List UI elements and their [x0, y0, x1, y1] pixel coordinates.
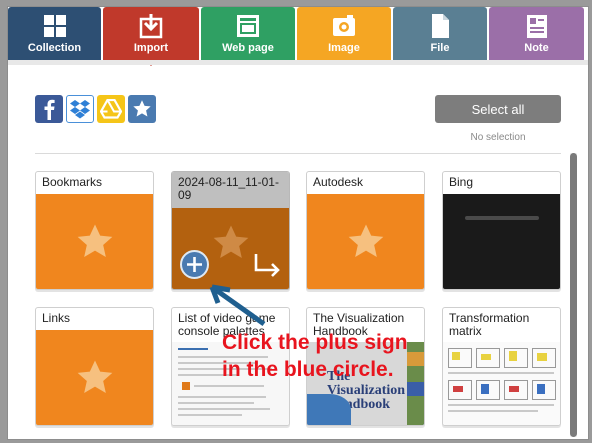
web-thumbnail — [443, 194, 560, 289]
folder-card-bookmarks[interactable]: Bookmarks — [35, 171, 154, 290]
folder-card-autodesk[interactable]: Autodesk — [306, 171, 425, 290]
tab-note[interactable]: Note — [489, 7, 584, 60]
tab-label: File — [430, 42, 450, 54]
google-drive-icon[interactable] — [97, 95, 125, 123]
card-title: Bing — [449, 175, 474, 189]
import-dialog: Collection Import Web page Image File No… — [7, 6, 589, 440]
card-title: Links — [42, 311, 71, 325]
section-divider — [35, 153, 561, 154]
web-thumbnail — [443, 342, 560, 425]
tab-import[interactable]: Import — [103, 7, 199, 66]
search-bar-thumbnail — [465, 216, 539, 220]
star-icon — [348, 224, 383, 257]
dropbox-icon[interactable] — [66, 95, 94, 123]
selection-status: No selection — [470, 132, 526, 143]
tab-collection[interactable]: Collection — [8, 7, 101, 60]
annotation-arrow — [209, 284, 266, 327]
scrollbar-thumb[interactable] — [570, 153, 577, 437]
tab-label: Web page — [222, 42, 274, 54]
cloud-services — [35, 95, 156, 123]
web-page-icon — [235, 13, 261, 39]
card-title: Bookmarks — [42, 175, 103, 189]
folder-card-links[interactable]: Links — [35, 307, 154, 426]
web-card-transformation-matrix[interactable]: Transformation matrix — [442, 307, 561, 426]
card-title: Autodesk — [313, 175, 364, 189]
annotation-text: Click the plus sign in the blue circle. — [222, 331, 408, 381]
tab-bar-divider — [8, 60, 588, 65]
import-icon — [138, 13, 164, 39]
tab-file[interactable]: File — [393, 7, 487, 60]
tab-label: Import — [133, 42, 169, 54]
web-card-bing[interactable]: Bing — [442, 171, 561, 290]
tab-bar: Collection Import Web page Image File No… — [8, 7, 588, 66]
folder-thumbnail — [307, 194, 424, 289]
tab-label: Note — [524, 42, 549, 54]
folder-thumbnail — [36, 194, 153, 289]
file-icon — [427, 13, 453, 39]
card-title: 2024-08-11_11-01-09 — [172, 172, 289, 208]
star-icon — [77, 360, 112, 393]
star-icon — [213, 225, 248, 258]
collection-grid-icon — [42, 13, 68, 39]
favorites-star-icon[interactable] — [128, 95, 156, 123]
facebook-icon[interactable] — [35, 95, 63, 123]
tab-label: Image — [328, 42, 360, 54]
image-icon — [331, 13, 357, 39]
star-icon — [77, 224, 112, 257]
note-icon — [524, 13, 550, 39]
tab-web-page[interactable]: Web page — [201, 7, 295, 60]
select-all-button[interactable]: Select all — [435, 95, 561, 123]
tab-image[interactable]: Image — [297, 7, 391, 60]
card-title: Transformation matrix — [449, 311, 530, 338]
folder-thumbnail — [36, 330, 153, 425]
tab-label: Collection — [27, 42, 82, 54]
